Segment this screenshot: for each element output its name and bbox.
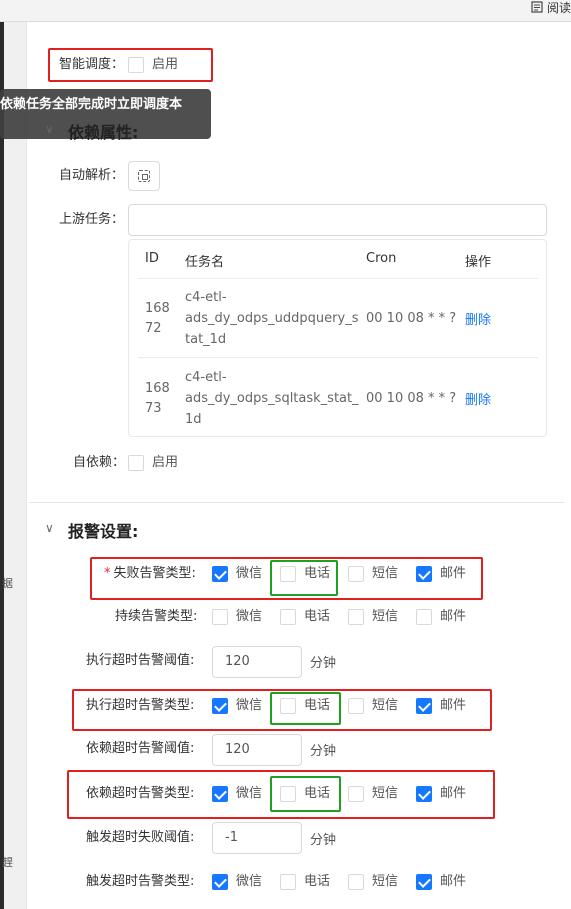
dep-timeout-threshold-input[interactable]: 120 <box>212 734 302 766</box>
option-label: 邮件 <box>440 609 467 624</box>
phone-checkbox[interactable] <box>280 874 296 890</box>
unit-label: 分钟 <box>310 833 337 848</box>
trigger-timeout-threshold-input[interactable]: -1 <box>212 822 302 854</box>
left-background-strip: 据 趕 <box>2 22 26 909</box>
row-id-line: 73 <box>145 401 162 416</box>
threshold-value: -1 <box>225 830 238 845</box>
threshold-value: 120 <box>225 654 250 669</box>
option-label: 电话 <box>304 609 331 624</box>
upstream-task-input[interactable] <box>128 204 547 236</box>
section-divider <box>29 502 564 503</box>
alert-row-label: 依赖超时告警阈值: <box>86 741 195 756</box>
top-toolbar: 阅读 <box>0 0 571 22</box>
option-label: 微信 <box>236 874 263 889</box>
option-label: 邮件 <box>440 874 467 889</box>
row-name-line: ads_dy_odps_sqltask_stat_ <box>185 391 359 406</box>
email-checkbox[interactable] <box>416 874 432 890</box>
alert-row-label: 执行超时告警阈值: <box>86 653 195 668</box>
row-id-line: 168 <box>145 301 170 316</box>
row-name-line: c4-etl- <box>185 290 227 305</box>
row-name-line: tat_1d <box>185 332 227 347</box>
option-label: 短信 <box>372 609 399 624</box>
alert-section-title: 报警设置: <box>68 522 139 541</box>
scan-icon <box>138 170 150 182</box>
table-header-name: 任务名 <box>185 255 225 270</box>
upstream-task-table: ID 任务名 Cron 操作 168 72 c4-etl- ads_dy_odp… <box>128 239 547 437</box>
table-divider <box>138 278 538 279</box>
option-label: 短信 <box>372 874 399 889</box>
self-dependency-label: 自依赖： <box>73 455 126 470</box>
threshold-value: 120 <box>225 742 250 757</box>
row-cron: 00 10 08 * * ? <box>366 391 457 406</box>
left-strip-glyph: 趕 <box>2 856 13 869</box>
row-name-line: c4-etl- <box>185 370 227 385</box>
table-header-action: 操作 <box>465 255 492 270</box>
exec-timeout-threshold-input[interactable]: 120 <box>212 646 302 678</box>
row-id-line: 168 <box>145 381 170 396</box>
sms-checkbox[interactable] <box>348 874 364 890</box>
tooltip-text: 依赖任务全部完成时立即调度本 <box>0 97 183 112</box>
chevron-down-icon[interactable]: ∨ <box>45 122 54 136</box>
alert-row-label: 持续告警类型: <box>115 609 198 624</box>
unit-label: 分钟 <box>310 744 337 759</box>
chevron-down-icon[interactable]: ∨ <box>45 521 54 535</box>
email-checkbox[interactable] <box>416 609 432 625</box>
alert-row-label: 触发超时告警类型: <box>86 874 195 889</box>
unit-label: 分钟 <box>310 656 337 671</box>
phone-checkbox[interactable] <box>280 609 296 625</box>
table-header-cron: Cron <box>366 251 397 266</box>
dependency-section-title: 依赖属性: <box>68 123 139 142</box>
highlight-box <box>270 560 338 596</box>
delete-link[interactable]: 删除 <box>465 309 491 328</box>
row-name-line: 1d <box>185 412 202 427</box>
table-divider <box>138 357 538 358</box>
table-header-id: ID <box>145 251 159 266</box>
self-dependency-option: 启用 <box>152 455 179 470</box>
alert-row-label: 触发超时失败阈值: <box>86 830 195 845</box>
highlight-box <box>48 48 213 82</box>
row-name-line: ads_dy_odps_uddpquery_s <box>185 311 359 326</box>
wechat-checkbox[interactable] <box>212 874 228 890</box>
auto-parse-button[interactable] <box>128 161 160 191</box>
reading-mode-label: 阅读 <box>546 0 571 15</box>
option-label: 电话 <box>304 874 331 889</box>
delete-link[interactable]: 删除 <box>465 389 491 408</box>
row-id-line: 72 <box>145 321 162 336</box>
option-label: 微信 <box>236 609 263 624</box>
upstream-task-label: 上游任务： <box>59 212 125 227</box>
highlight-box <box>270 776 341 812</box>
highlight-box <box>270 692 341 725</box>
self-dependency-checkbox[interactable] <box>128 455 144 471</box>
left-strip-glyph: 据 <box>2 577 13 590</box>
wechat-checkbox[interactable] <box>212 609 228 625</box>
reading-mode-icon <box>531 1 543 13</box>
row-cron: 00 10 08 * * ? <box>366 311 457 326</box>
reading-mode-button[interactable]: 阅读 <box>523 0 571 15</box>
auto-parse-label: 自动解析： <box>59 168 125 183</box>
sms-checkbox[interactable] <box>348 609 364 625</box>
